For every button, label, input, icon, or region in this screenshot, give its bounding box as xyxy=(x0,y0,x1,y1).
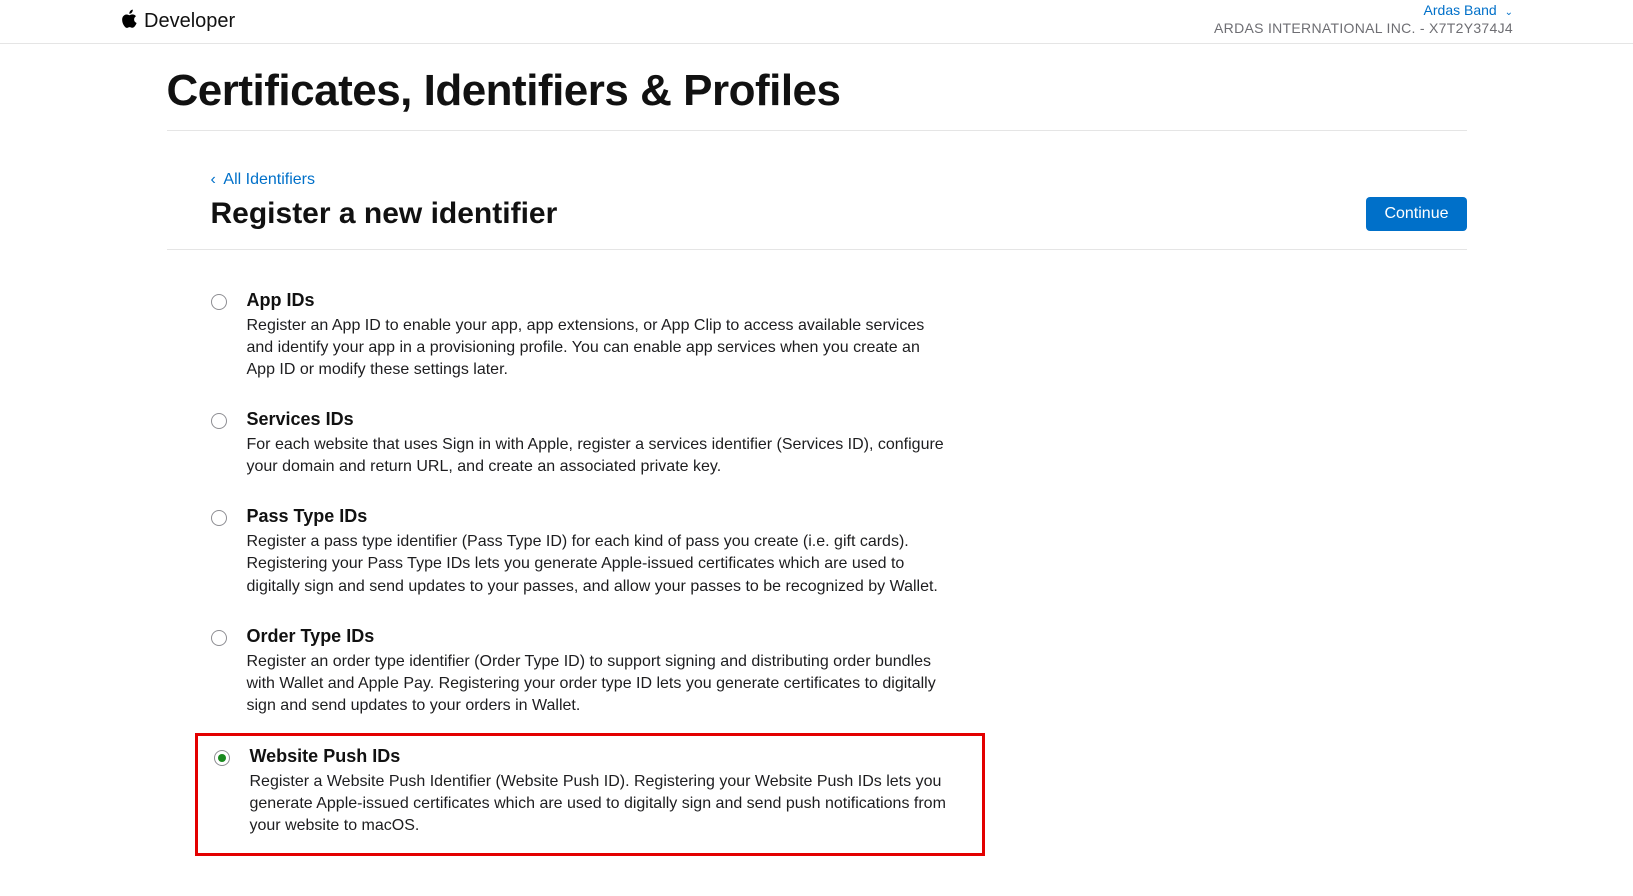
option-description: Register an App ID to enable your app, a… xyxy=(247,315,947,381)
option-title: Order Type IDs xyxy=(247,626,949,647)
radio-order-type-ids[interactable] xyxy=(211,630,227,646)
option-pass-type-ids[interactable]: Pass Type IDs Register a pass type identi… xyxy=(167,494,957,613)
option-title: Services IDs xyxy=(247,409,949,430)
option-title: Pass Type IDs xyxy=(247,506,949,527)
option-description: Register a pass type identifier (Pass Ty… xyxy=(247,531,947,597)
page-container: Certificates, Identifiers & Profiles ‹ A… xyxy=(167,44,1467,896)
breadcrumb-label: All Identifiers xyxy=(223,171,315,188)
continue-button[interactable]: Continue xyxy=(1366,197,1466,231)
option-description: Register an order type identifier (Order… xyxy=(247,651,947,717)
option-description: Register a Website Push Identifier (Webs… xyxy=(250,771,950,837)
option-services-ids[interactable]: Services IDs For each website that uses S… xyxy=(167,397,957,494)
option-body: Pass Type IDs Register a pass type identi… xyxy=(247,506,949,597)
account-user-name: Ardas Band xyxy=(1424,2,1497,18)
account-user-dropdown[interactable]: Ardas Band ⌄ xyxy=(1214,2,1513,20)
option-title: Website Push IDs xyxy=(250,746,974,767)
section-title: Register a new identifier xyxy=(211,197,558,231)
top-bar: Developer Ardas Band ⌄ ARDAS INTERNATION… xyxy=(0,0,1633,44)
account-team-label: ARDAS INTERNATIONAL INC. - X7T2Y374J4 xyxy=(1214,20,1513,38)
option-body: App IDs Register an App ID to enable your… xyxy=(247,290,949,381)
apple-logo-icon xyxy=(120,9,138,35)
section-header: Register a new identifier Continue xyxy=(167,197,1467,250)
option-body: Services IDs For each website that uses S… xyxy=(247,409,949,478)
radio-pass-type-ids[interactable] xyxy=(211,510,227,526)
option-website-push-ids[interactable]: Website Push IDs Register a Website Push … xyxy=(195,733,985,856)
chevron-down-icon: ⌄ xyxy=(1505,7,1513,18)
chevron-left-icon: ‹ xyxy=(211,171,216,188)
identifier-options-list: App IDs Register an App ID to enable your… xyxy=(167,278,1467,856)
option-description: For each website that uses Sign in with … xyxy=(247,434,947,478)
option-title: App IDs xyxy=(247,290,949,311)
radio-website-push-ids[interactable] xyxy=(214,750,230,766)
radio-app-ids[interactable] xyxy=(211,294,227,310)
breadcrumb-all-identifiers[interactable]: ‹ All Identifiers xyxy=(211,171,1467,189)
option-body: Website Push IDs Register a Website Push … xyxy=(250,746,974,837)
option-body: Order Type IDs Register an order type ide… xyxy=(247,626,949,717)
account-block: Ardas Band ⌄ ARDAS INTERNATIONAL INC. - … xyxy=(1214,2,1513,37)
option-order-type-ids[interactable]: Order Type IDs Register an order type ide… xyxy=(167,614,957,733)
radio-services-ids[interactable] xyxy=(211,413,227,429)
page-title: Certificates, Identifiers & Profiles xyxy=(167,44,1467,131)
brand-label: Developer xyxy=(144,10,235,33)
brand[interactable]: Developer xyxy=(120,9,235,35)
option-app-ids[interactable]: App IDs Register an App ID to enable your… xyxy=(167,278,957,397)
